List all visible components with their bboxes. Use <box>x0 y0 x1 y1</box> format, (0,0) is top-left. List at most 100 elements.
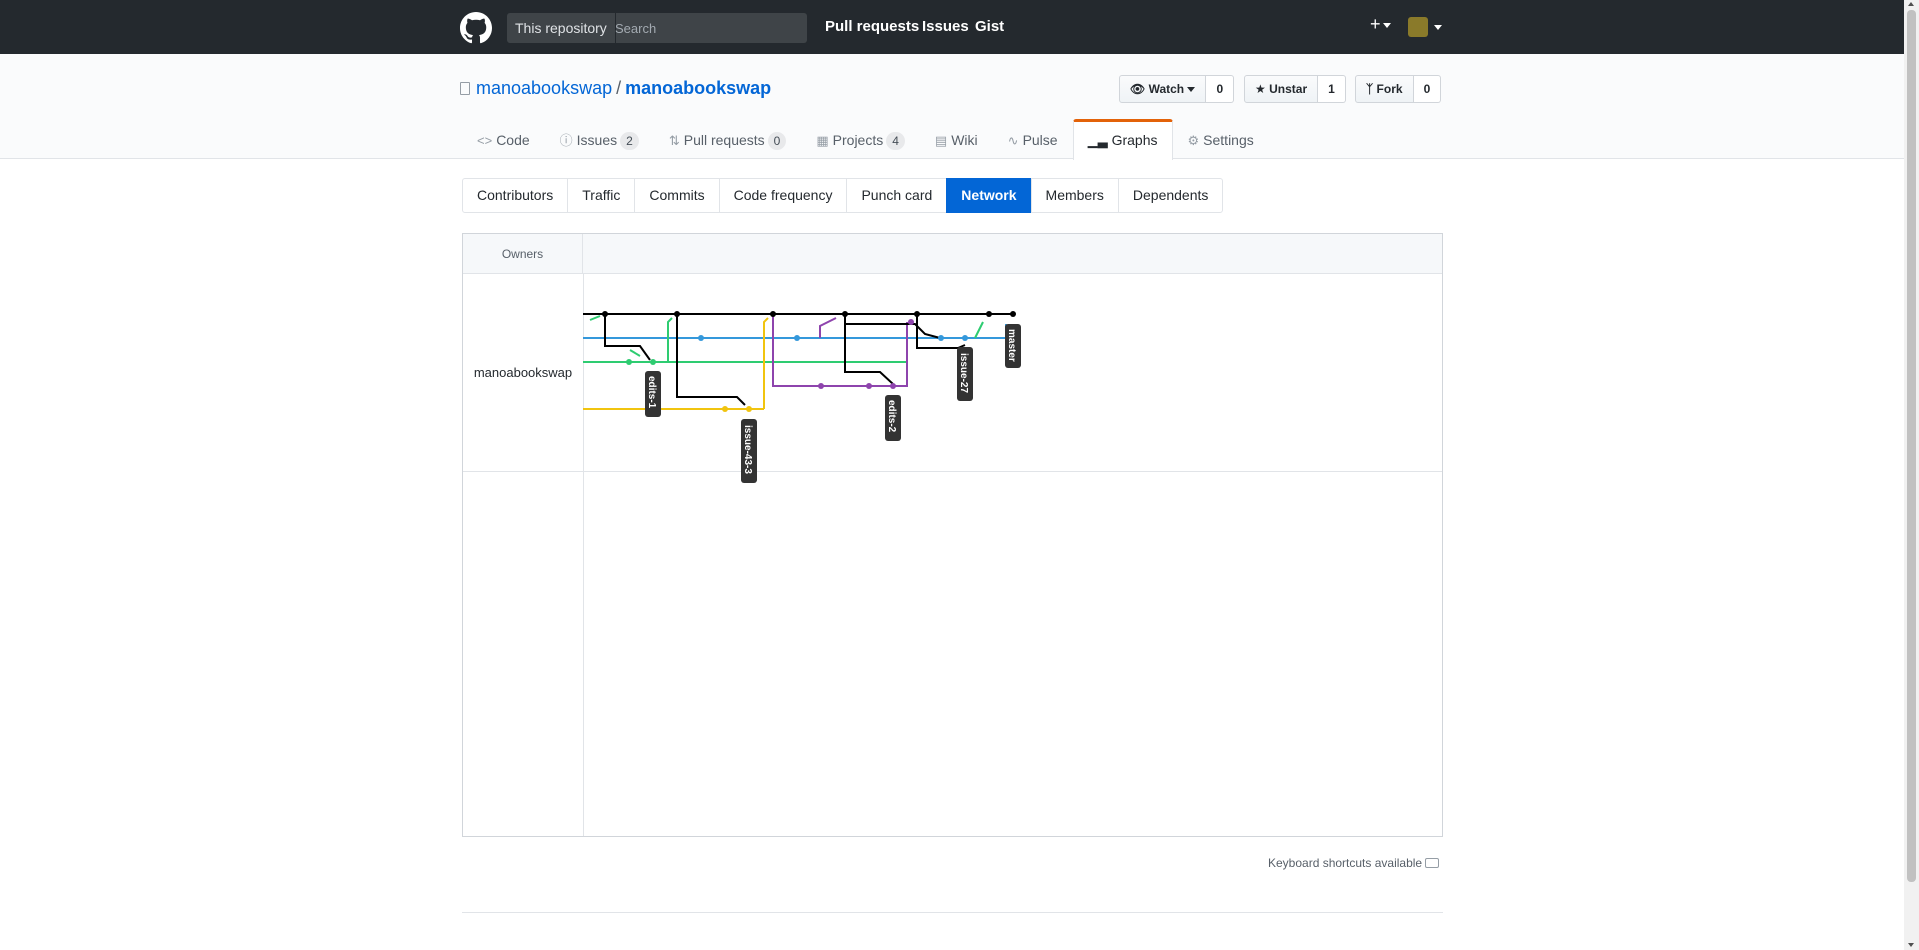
search-input[interactable] <box>609 13 805 43</box>
branch-label-master[interactable]: master <box>1005 324 1021 368</box>
tab-pull-requests[interactable]: ⇅ Pull requests 0 <box>654 119 802 159</box>
tab-label: Wiki <box>951 132 978 148</box>
subnav-code-frequency[interactable]: Code frequency <box>718 178 848 213</box>
tab-label: Code <box>496 132 530 148</box>
commit-dot[interactable] <box>842 311 848 317</box>
eye-icon: 👁 <box>1130 82 1146 96</box>
commit-dot[interactable] <box>626 359 632 365</box>
tab-label: Graphs <box>1111 132 1158 148</box>
star-icon: ★ <box>1255 82 1266 96</box>
subnav-commits[interactable]: Commits <box>634 178 720 213</box>
subnav-network[interactable]: Network <box>946 178 1032 213</box>
unstar-button[interactable]: ★ Unstar <box>1244 75 1319 103</box>
commit-dot[interactable] <box>962 335 968 341</box>
tab-issues[interactable]: ⓘ Issues 2 <box>545 119 654 159</box>
commit-dot[interactable] <box>674 311 680 317</box>
gear-icon: ⚙ <box>1187 133 1200 148</box>
commit-dot[interactable] <box>698 335 704 341</box>
tab-label: Issues <box>576 132 618 148</box>
subnav-members[interactable]: Members <box>1030 178 1119 213</box>
vertical-scrollbar[interactable] <box>1904 0 1919 950</box>
global-header: This repository Pull requests Issues Gis… <box>0 0 1904 54</box>
subnav-punch-card[interactable]: Punch card <box>846 178 948 213</box>
commit-dot[interactable] <box>938 335 944 341</box>
tab-label: Pulse <box>1022 132 1058 148</box>
branch-label-issue-43-3[interactable]: issue-43-3 <box>741 419 757 483</box>
merge-line <box>819 317 837 338</box>
subnav-dependents[interactable]: Dependents <box>1117 178 1224 213</box>
fork-group: ᛉ Fork 0 <box>1355 75 1442 103</box>
watch-button[interactable]: 👁 Watch <box>1119 75 1207 103</box>
fork-button[interactable]: ᛉ Fork <box>1355 75 1414 103</box>
merge-line <box>667 317 673 362</box>
chevron-down-icon <box>1187 87 1196 93</box>
branch-label-issue-27[interactable]: issue-27 <box>957 347 973 401</box>
code-icon: <> <box>477 133 493 148</box>
branch-label-edits-1[interactable]: edits-1 <box>645 371 661 417</box>
nav-pull-requests[interactable]: Pull requests <box>825 18 919 35</box>
watch-count[interactable]: 0 <box>1206 75 1235 103</box>
commit-dot[interactable] <box>650 359 656 365</box>
commit-dot[interactable] <box>908 319 914 325</box>
search-scope: This repository <box>507 13 616 43</box>
branch-line <box>916 314 966 349</box>
watch-label: Watch <box>1148 82 1185 96</box>
merge-line <box>974 321 984 339</box>
commit-dot[interactable] <box>986 311 992 317</box>
branch-label-text: issue-27 <box>958 353 969 393</box>
footer-divider <box>462 912 1443 913</box>
star-count[interactable]: 1 <box>1318 75 1346 103</box>
scroll-down-icon[interactable] <box>1908 943 1914 947</box>
repo-name-link[interactable]: manoabookswap <box>625 78 771 98</box>
fork-count[interactable]: 0 <box>1413 75 1442 103</box>
keyboard-icon <box>1425 858 1440 868</box>
keyboard-shortcuts-note[interactable]: Keyboard shortcuts available <box>1268 856 1440 870</box>
subnav-contributors[interactable]: Contributors <box>462 178 569 213</box>
network-header: Owners <box>463 234 1442 274</box>
owner-name: manoabookswap <box>473 365 573 380</box>
commit-dot[interactable] <box>602 311 608 317</box>
commit-dot[interactable] <box>914 311 920 317</box>
chevron-down-icon <box>1382 22 1391 28</box>
branch-line <box>845 323 941 339</box>
repo-header: manoabookswap / manoabookswap 👁 Watch 0 ★ … <box>0 54 1904 160</box>
pull-request-icon: ⇅ <box>668 133 680 148</box>
tab-wiki[interactable]: ▤ Wiki <box>920 119 993 159</box>
commit-dot[interactable] <box>794 335 800 341</box>
avatar[interactable] <box>1408 17 1428 37</box>
commit-dot[interactable] <box>818 383 824 389</box>
branch-label-edits-2[interactable]: edits-2 <box>885 395 901 441</box>
network-graph[interactable]: edits-1 issue-43-3 edits-2 issue-27 mast… <box>583 273 1063 503</box>
scrollbar-thumb[interactable] <box>1907 10 1916 882</box>
tab-projects[interactable]: ▦ Projects 4 <box>801 119 920 159</box>
nav-gist[interactable]: Gist <box>975 18 1004 35</box>
counter-badge: 0 <box>767 132 787 150</box>
commit-dot[interactable] <box>746 406 752 412</box>
branch-line <box>629 349 641 357</box>
tab-code[interactable]: <> Code <box>462 119 545 159</box>
repo-owner-link[interactable]: manoabookswap <box>476 78 612 98</box>
new-menu-button[interactable]: + <box>1370 14 1391 35</box>
branch-line <box>676 314 746 406</box>
repo-nav: <> Code ⓘ Issues 2 ⇅ Pull requests 0 ▦ Project… <box>462 119 1269 160</box>
plus-icon: + <box>1370 14 1381 34</box>
issue-icon: ⓘ <box>559 133 573 148</box>
tab-label: Settings <box>1203 132 1254 148</box>
repo-icon <box>460 82 470 95</box>
watch-group: 👁 Watch 0 <box>1119 75 1235 103</box>
commit-dot[interactable] <box>890 383 896 389</box>
chevron-down-icon[interactable] <box>1434 25 1442 30</box>
subnav-traffic[interactable]: Traffic <box>567 178 636 213</box>
star-group: ★ Unstar 1 <box>1244 75 1346 103</box>
book-icon: ▤ <box>934 133 948 148</box>
commit-dot[interactable] <box>866 383 872 389</box>
github-logo-icon[interactable] <box>460 12 492 44</box>
tab-settings[interactable]: ⚙ Settings <box>1173 119 1269 159</box>
scroll-up-icon[interactable] <box>1908 2 1914 6</box>
tab-graphs[interactable]: ▁▃ Graphs <box>1072 119 1173 160</box>
commit-dot[interactable] <box>722 406 728 412</box>
tab-pulse[interactable]: ∿ Pulse <box>993 119 1073 159</box>
nav-issues[interactable]: Issues <box>922 18 969 35</box>
commit-dot[interactable] <box>770 311 776 317</box>
commit-dot[interactable] <box>1010 311 1016 317</box>
